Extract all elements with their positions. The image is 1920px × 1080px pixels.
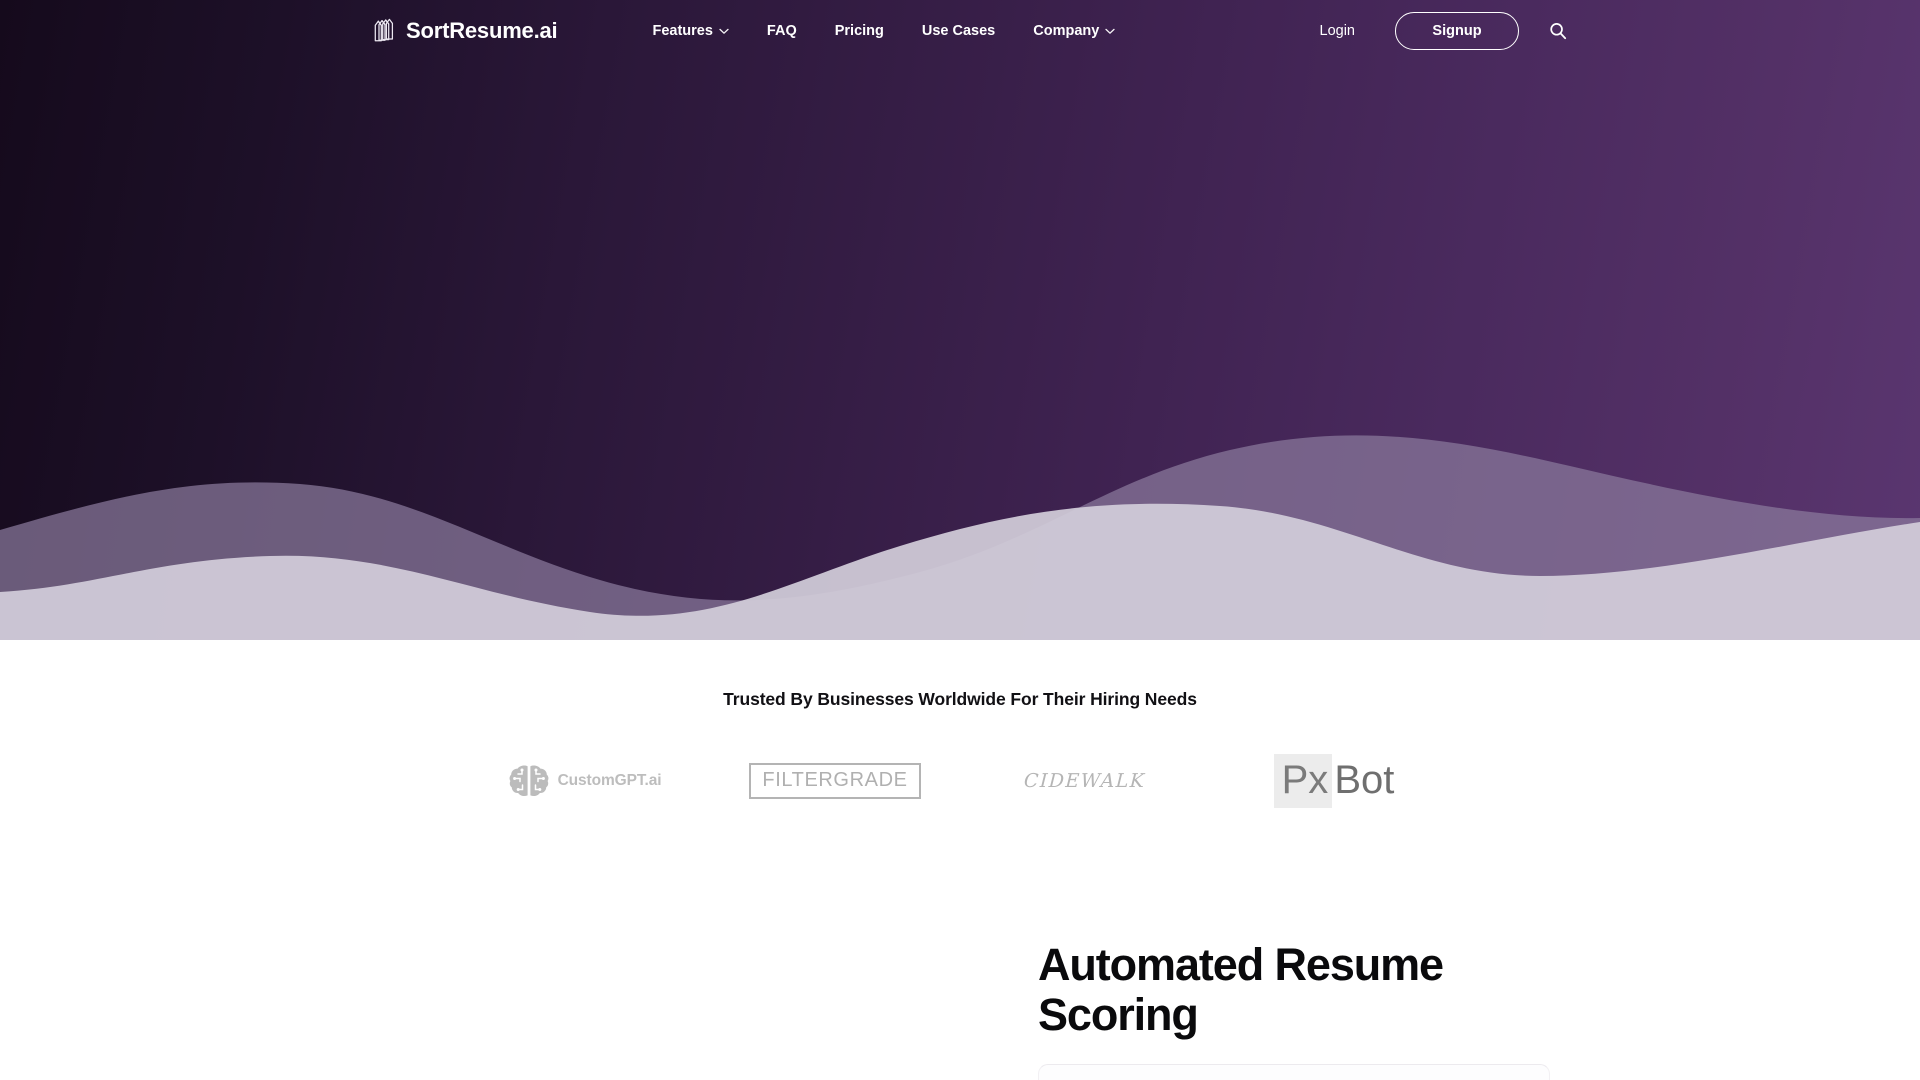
nav-item-company-label: Company: [1033, 23, 1100, 39]
search-icon: [1550, 23, 1567, 40]
landing-page: SortResume.ai Features FAQ Pricing Use C…: [0, 0, 1920, 1080]
chevron-down-icon: [719, 28, 729, 34]
brand-name: SortResume.ai: [406, 18, 558, 43]
client-logo-customgpt-label: CustomGPT.ai: [557, 772, 662, 789]
main-nav-links: Features FAQ Pricing Use Cases Company: [633, 15, 1134, 47]
client-logo-customgpt[interactable]: CustomGPT.ai: [460, 742, 710, 820]
nav-item-use-cases-label: Use Cases: [921, 23, 996, 39]
feature-card-top-edge: [1038, 1064, 1550, 1080]
client-logo-filtergrade[interactable]: FILTERGRADE: [710, 742, 960, 820]
nav-item-pricing-label: Pricing: [834, 23, 884, 39]
chevron-down-icon: [1105, 28, 1115, 34]
nav-item-faq-label: FAQ: [766, 23, 797, 39]
client-logo-row: CustomGPT.ai FILTERGRADE CIDEWALK Px Bot: [0, 742, 1920, 820]
nav-actions: Login Signup: [1304, 12, 1575, 50]
trusted-by-title: Trusted By Businesses Worldwide For Thei…: [723, 689, 1197, 709]
client-logo-pxbot-label-bot: Bot: [1334, 758, 1395, 802]
brand-logo-link[interactable]: SortResume.ai: [373, 18, 558, 44]
hero-wave-decoration: [0, 435, 1920, 640]
feature-heading-line-1: Automated Resume: [1038, 939, 1444, 990]
filtergrade-box: FILTERGRADE: [749, 763, 921, 799]
signup-button[interactable]: Signup: [1395, 12, 1519, 50]
stacked-pages-icon: [374, 18, 394, 42]
brain-circuit-icon: [509, 765, 549, 797]
feature-text-block: Automated Resume Scoring: [1038, 939, 1578, 1041]
trusted-by-section: Trusted By Businesses Worldwide For Thei…: [0, 640, 1920, 820]
client-logo-pxbot-label-px: Px: [1273, 754, 1333, 808]
feature-section: Automated Resume Scoring: [0, 860, 1920, 1080]
nav-item-company[interactable]: Company: [1014, 15, 1134, 47]
nav-item-features[interactable]: Features: [633, 15, 747, 47]
feature-heading-line-2: Scoring: [1038, 989, 1199, 1041]
search-button[interactable]: [1541, 14, 1575, 48]
hero-section: SortResume.ai Features FAQ Pricing Use C…: [0, 0, 1920, 640]
client-logo-filtergrade-label: FILTERGRADE: [762, 769, 908, 791]
nav-item-features-label: Features: [652, 23, 713, 39]
client-logo-cidewalk[interactable]: CIDEWALK: [960, 742, 1210, 820]
nav-item-use-cases[interactable]: Use Cases: [903, 15, 1014, 47]
client-logo-cidewalk-label: CIDEWALK: [1023, 770, 1147, 792]
nav-item-pricing[interactable]: Pricing: [816, 15, 903, 47]
nav-item-faq[interactable]: FAQ: [748, 15, 816, 47]
feature-heading: Automated Resume Scoring: [1038, 939, 1578, 1041]
login-link[interactable]: Login: [1304, 15, 1371, 47]
client-logo-pxbot[interactable]: Px Bot: [1210, 742, 1460, 820]
pxbot-wordmark: Px Bot: [1273, 754, 1397, 808]
top-navigation-bar: SortResume.ai Features FAQ Pricing Use C…: [0, 0, 1920, 62]
